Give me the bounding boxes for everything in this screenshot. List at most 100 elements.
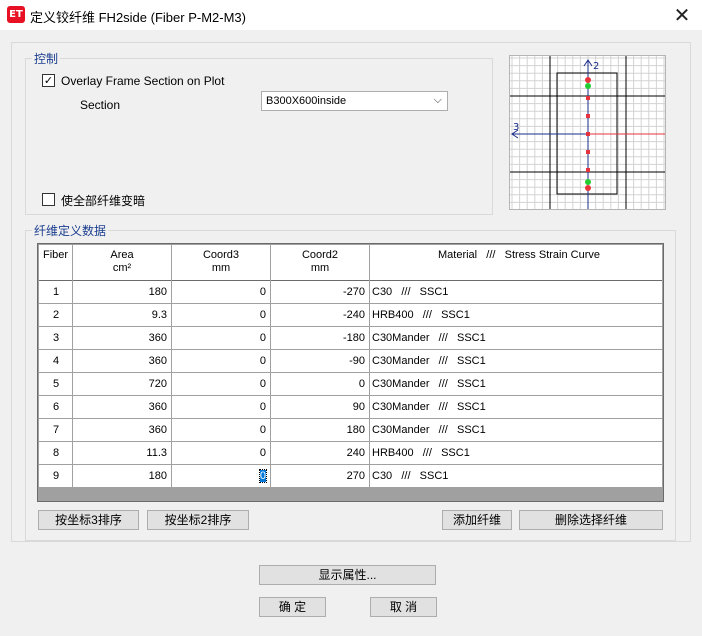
fiber-marker <box>585 77 591 83</box>
col-header-fiber[interactable]: Fiber <box>39 245 73 281</box>
section-label: Section <box>80 98 121 112</box>
cell-area[interactable]: 11.3 <box>73 442 172 464</box>
cell-fiber: 5 <box>39 373 73 395</box>
show-properties-button[interactable]: 显示属性... <box>259 565 436 585</box>
cell-material[interactable]: HRB400 /// SSC1 <box>370 304 662 326</box>
col-coord3-label: Coord3 <box>202 249 240 261</box>
col-header-coord3[interactable]: Coord3 mm <box>172 245 271 281</box>
cell-area[interactable]: 360 <box>73 396 172 418</box>
col-coord3-unit: mm <box>211 262 231 274</box>
cell-material[interactable]: C30Mander /// SSC1 <box>370 396 662 418</box>
table-header: Fiber Area cm² Coord3 mm Coord2 mm Mater… <box>39 245 662 281</box>
col-fiber-label: Fiber <box>42 249 69 261</box>
cell-material[interactable]: C30Mander /// SSC1 <box>370 419 662 441</box>
cell-coord3[interactable]: 0 <box>172 304 271 326</box>
cell-coord3[interactable]: 0 <box>172 350 271 372</box>
overlay-checkbox[interactable]: ✓ <box>42 74 55 87</box>
col-coord2-label: Coord2 <box>301 249 339 261</box>
fiber-marker <box>585 83 591 89</box>
dim-checkbox[interactable] <box>42 193 55 206</box>
cell-fiber: 2 <box>39 304 73 326</box>
cell-material[interactable]: C30 /// SSC1 <box>370 281 662 303</box>
window-title: 定义铰纤维 FH2side (Fiber P-M2-M3) <box>30 10 246 25</box>
cell-material[interactable]: C30Mander /// SSC1 <box>370 327 662 349</box>
cell-area[interactable]: 360 <box>73 350 172 372</box>
cell-material[interactable]: C30 /// SSC1 <box>370 465 662 487</box>
cell-area[interactable]: 9.3 <box>73 304 172 326</box>
cell-fiber: 9 <box>39 465 73 487</box>
axis3-label: 3 <box>513 122 519 133</box>
fiber-marker <box>586 150 590 154</box>
cell-fiber: 7 <box>39 419 73 441</box>
axis2-label: 2 <box>593 61 599 72</box>
cell-fiber: 8 <box>39 442 73 464</box>
delete-fiber-button[interactable]: 删除选择纤维 <box>519 510 663 530</box>
cell-coord2[interactable]: -180 <box>271 327 370 349</box>
cell-coord3[interactable]: 0 <box>172 281 271 303</box>
cell-area[interactable]: 720 <box>73 373 172 395</box>
cell-coord3[interactable]: 0 <box>172 396 271 418</box>
col-coord2-unit: mm <box>310 262 330 274</box>
cell-coord2[interactable]: 240 <box>271 442 370 464</box>
cell-coord2[interactable]: -270 <box>271 281 370 303</box>
cell-fiber: 4 <box>39 350 73 372</box>
table-row[interactable]: 1 180 0 -270 C30 /// SSC1 <box>39 281 662 304</box>
fiber-marker <box>586 132 590 136</box>
cell-coord2[interactable]: 180 <box>271 419 370 441</box>
cell-area[interactable]: 180 <box>73 465 172 487</box>
cell-coord3[interactable]: 0 <box>172 442 271 464</box>
title-bar: ET 定义铰纤维 FH2side (Fiber P-M2-M3) ✕ <box>0 0 702 30</box>
cell-coord3[interactable]: 0 <box>172 465 271 487</box>
ok-button[interactable]: 确 定 <box>259 597 326 617</box>
cell-area[interactable]: 360 <box>73 419 172 441</box>
col-area-unit: cm² <box>112 262 132 274</box>
cell-fiber: 3 <box>39 327 73 349</box>
section-select-value: B300X600inside <box>266 95 347 107</box>
close-icon[interactable]: ✕ <box>668 2 696 28</box>
cell-material[interactable]: C30Mander /// SSC1 <box>370 350 662 372</box>
chevron-down-icon: ⌵ <box>433 93 442 106</box>
table-row[interactable]: 5 720 0 0 C30Mander /// SSC1 <box>39 373 662 396</box>
cell-coord3[interactable]: 0 <box>172 373 271 395</box>
table-row[interactable]: 3 360 0 -180 C30Mander /// SSC1 <box>39 327 662 350</box>
fiber-table[interactable]: Fiber Area cm² Coord3 mm Coord2 mm Mater… <box>37 243 664 502</box>
cell-fiber: 6 <box>39 396 73 418</box>
selected-cell-text[interactable]: 0 <box>258 469 268 483</box>
app-logo-icon: ET <box>7 6 25 23</box>
section-preview: 2 3 <box>509 55 666 210</box>
cell-coord2[interactable]: -240 <box>271 304 370 326</box>
add-fiber-button[interactable]: 添加纤维 <box>442 510 512 530</box>
table-row[interactable]: 8 11.3 0 240 HRB400 /// SSC1 <box>39 442 662 465</box>
fiber-marker <box>586 168 590 172</box>
col-header-material[interactable]: Material /// Stress Strain Curve <box>370 245 662 281</box>
cell-coord2[interactable]: 90 <box>271 396 370 418</box>
dim-label: 使全部纤维变暗 <box>61 194 146 208</box>
cancel-button[interactable]: 取 消 <box>370 597 437 617</box>
overlay-label: Overlay Frame Section on Plot <box>61 74 225 88</box>
cell-area[interactable]: 360 <box>73 327 172 349</box>
cell-coord3[interactable]: 0 <box>172 419 271 441</box>
table-row[interactable]: 4 360 0 -90 C30Mander /// SSC1 <box>39 350 662 373</box>
section-select[interactable]: B300X600inside ⌵ <box>261 91 448 111</box>
cell-coord2[interactable]: 0 <box>271 373 370 395</box>
cell-coord2[interactable]: 270 <box>271 465 370 487</box>
cell-area[interactable]: 180 <box>73 281 172 303</box>
fiber-marker <box>585 185 591 191</box>
table-row[interactable]: 2 9.3 0 -240 HRB400 /// SSC1 <box>39 304 662 327</box>
cell-material[interactable]: HRB400 /// SSC1 <box>370 442 662 464</box>
table-row[interactable]: 9 180 0 270 C30 /// SSC1 <box>39 465 662 488</box>
sort-coord2-button[interactable]: 按坐标2排序 <box>147 510 249 530</box>
control-group-caption: 控制 <box>32 50 61 67</box>
col-header-area[interactable]: Area cm² <box>73 245 172 281</box>
table-row[interactable]: 6 360 0 90 C30Mander /// SSC1 <box>39 396 662 419</box>
col-material-label: Material /// Stress Strain Curve <box>438 249 600 261</box>
cell-coord2[interactable]: -90 <box>271 350 370 372</box>
sort-coord3-button[interactable]: 按坐标3排序 <box>38 510 139 530</box>
table-row[interactable]: 7 360 0 180 C30Mander /// SSC1 <box>39 419 662 442</box>
col-header-coord2[interactable]: Coord2 mm <box>271 245 370 281</box>
cell-coord3[interactable]: 0 <box>172 327 271 349</box>
cell-fiber: 1 <box>39 281 73 303</box>
fiber-marker <box>586 96 590 100</box>
col-area-label: Area <box>110 249 134 261</box>
cell-material[interactable]: C30Mander /// SSC1 <box>370 373 662 395</box>
